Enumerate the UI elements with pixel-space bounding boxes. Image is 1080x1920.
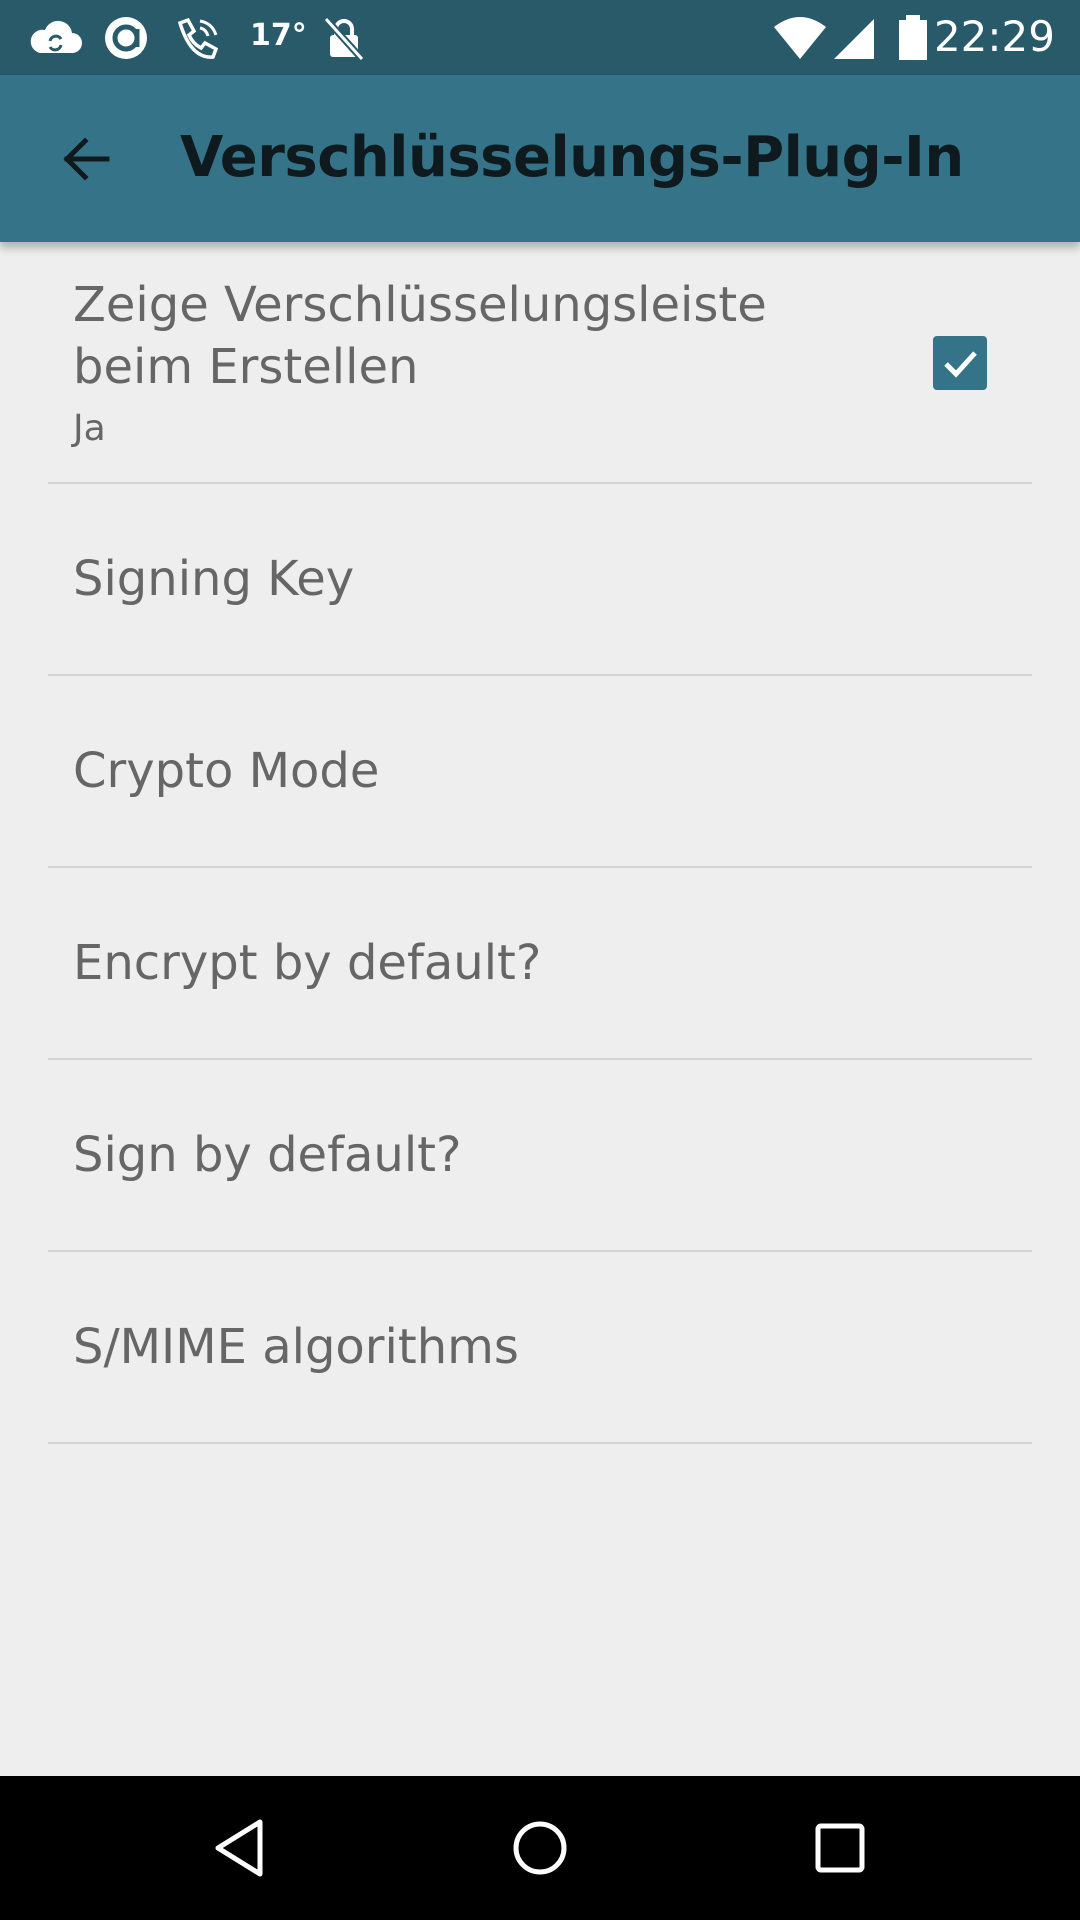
pref-title: S/MIME algorithms [73,1319,519,1375]
pref-title: Crypto Mode [73,743,380,799]
pref-show-encryption-bar[interactable]: Zeige Verschlüsselungsleiste beim Erstel… [48,242,1032,484]
arrow-left-icon [63,137,110,181]
cloud-sync-icon [30,20,82,53]
battery-icon [899,15,927,60]
pref-title: Zeige Verschlüsselungsleiste beim Erstel… [73,277,767,395]
pref-smime-algorithms[interactable]: S/MIME algorithms [48,1252,1032,1444]
nav-recents-button[interactable] [790,1798,890,1898]
pref-summary: Ja [73,408,106,449]
nav-back-button[interactable] [190,1798,290,1898]
nav-home-button[interactable] [490,1798,590,1898]
circle-app-icon [105,17,147,59]
signal-icon [834,19,874,59]
wifi-icon [774,17,826,59]
status-bar: 17° 22:29 [0,0,1080,75]
preferences-list: Zeige Verschlüsselungsleiste beim Erstel… [0,242,1080,1776]
pref-title: Encrypt by default? [73,935,542,991]
recents-square-icon [815,1823,865,1873]
checkmark-icon [944,351,977,378]
pref-signing-key[interactable]: Signing Key [48,484,1032,676]
navigation-bar [0,1776,1080,1920]
pref-sign-by-default[interactable]: Sign by default? [48,1060,1032,1252]
pref-crypto-mode[interactable]: Crypto Mode [48,676,1032,868]
back-triangle-icon [215,1819,263,1877]
home-circle-icon [513,1821,567,1875]
pref-title: Signing Key [73,551,355,607]
back-button[interactable] [40,119,130,199]
temperature-label: 17° [250,18,307,53]
pref-title: Sign by default? [73,1127,462,1183]
show-encryption-bar-checkbox[interactable] [933,336,987,390]
pref-encrypt-by-default[interactable]: Encrypt by default? [48,868,1032,1060]
app-bar: Verschlüsselungs-Plug-In [0,75,1080,242]
phone-icon [177,17,219,59]
clock: 22:29 [933,12,1055,61]
page-title: Verschlüsselungs-Plug-In [180,125,964,190]
lock-off-icon [323,16,365,61]
